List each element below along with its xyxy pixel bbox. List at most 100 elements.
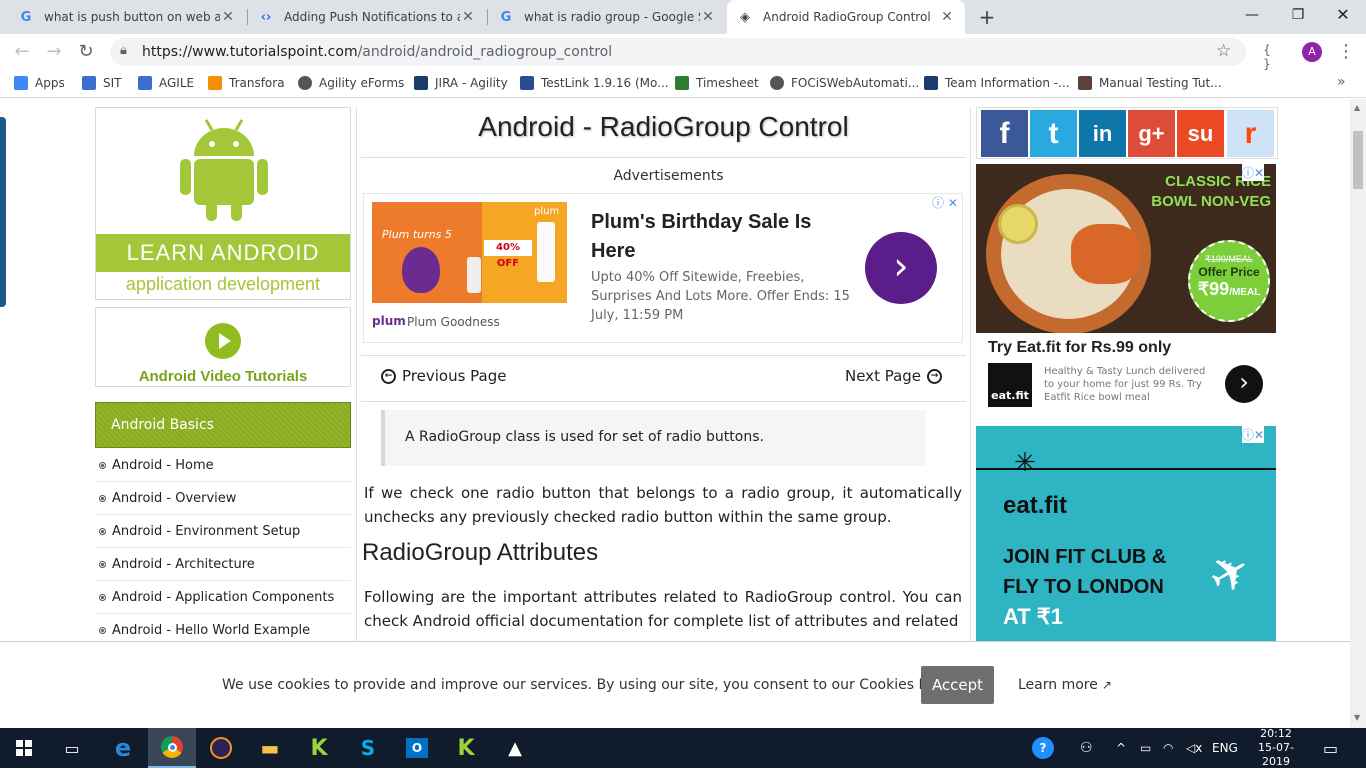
- sidebar-item-label: Android - Environment Setup: [112, 523, 301, 539]
- wifi-icon[interactable]: ◠: [1163, 728, 1173, 768]
- banner-title: LEARN ANDROID: [96, 234, 350, 272]
- language-indicator[interactable]: ENG: [1212, 728, 1238, 768]
- url-text[interactable]: https://www.tutorialspoint.com/android/a…: [142, 44, 612, 60]
- bookmark-agility-eforms[interactable]: Agility eForms: [298, 76, 404, 90]
- bookmark-timesheet[interactable]: Timesheet: [675, 76, 759, 90]
- ad1-headline[interactable]: Try Eat.fit for Rs.99 only: [988, 339, 1171, 357]
- bookmark-apps[interactable]: Apps: [14, 76, 65, 90]
- stumbleupon-share-icon[interactable]: su: [1177, 110, 1224, 157]
- back-button[interactable]: ←: [10, 40, 34, 64]
- ad-headline[interactable]: Plum's Birthday Sale Is Here: [591, 208, 851, 266]
- video-tutorials-link[interactable]: Android Video Tutorials: [95, 307, 351, 387]
- close-tab-icon[interactable]: ✕: [939, 9, 955, 25]
- bookmarks-overflow-icon[interactable]: »: [1337, 74, 1346, 90]
- app-k-icon-2[interactable]: K: [442, 728, 490, 768]
- people-icon[interactable]: ⚇: [1080, 728, 1093, 768]
- extension-icon[interactable]: { }: [1258, 43, 1276, 71]
- learn-android-banner[interactable]: LEARN ANDROID application development: [95, 107, 351, 300]
- maximize-button[interactable]: ❐: [1275, 0, 1321, 30]
- facebook-share-icon[interactable]: f: [981, 110, 1028, 157]
- browser-tab-4-active[interactable]: ◈ Android RadioGroup Control ✕: [727, 0, 965, 34]
- bookmark-star-icon[interactable]: ☆: [1216, 41, 1231, 61]
- bookmark-agile[interactable]: AGILE: [138, 76, 194, 90]
- bookmark-label: AGILE: [159, 76, 195, 90]
- learn-more-link[interactable]: Learn more ↗: [1018, 677, 1112, 693]
- ad-info-icon[interactable]: ⓘ✕: [1242, 164, 1265, 181]
- close-window-button[interactable]: ✕: [1320, 0, 1366, 30]
- bookmark-fociswebautomati[interactable]: FOCiSWebAutomati...: [770, 76, 919, 90]
- sidebar-item-android-architecture[interactable]: Android - Architecture: [95, 548, 351, 581]
- notifications-icon[interactable]: ▭: [1323, 728, 1338, 768]
- sidebar-item-android-environment-setup[interactable]: Android - Environment Setup: [95, 515, 351, 548]
- skype-icon[interactable]: S: [344, 728, 392, 768]
- globe-icon: [770, 76, 784, 90]
- file-explorer-icon[interactable]: ▬: [246, 728, 294, 768]
- linkedin-share-icon[interactable]: in: [1079, 110, 1126, 157]
- bookmark-manual-testing-tut[interactable]: Manual Testing Tut...: [1078, 76, 1222, 90]
- close-tab-icon[interactable]: ✕: [460, 9, 476, 25]
- team-icon: [924, 76, 938, 90]
- ad-info-icon[interactable]: ⓘ✕: [1242, 426, 1265, 443]
- edge-browser-icon[interactable]: e: [99, 728, 147, 768]
- menu-kebab-icon[interactable]: ⋮: [1337, 41, 1355, 62]
- clock[interactable]: 20:12 15-07-2019: [1250, 727, 1302, 768]
- google-plus-share-icon[interactable]: g+: [1128, 110, 1175, 157]
- bullet-icon: [99, 626, 106, 634]
- note-box: A RadioGroup class is used for set of ra…: [381, 410, 926, 466]
- browser-tab-2[interactable]: ‹› Adding Push Notifications to a W ✕: [248, 0, 486, 34]
- google-g-icon: G: [500, 9, 512, 25]
- previous-page-link[interactable]: ← Previous Page: [381, 367, 506, 385]
- accept-cookies-button[interactable]: Accept: [921, 666, 994, 704]
- photos-icon[interactable]: ▲: [491, 728, 539, 768]
- minimize-button[interactable]: —: [1229, 0, 1275, 30]
- task-view-icon[interactable]: ▭: [48, 728, 96, 768]
- close-tab-icon[interactable]: ✕: [700, 9, 716, 25]
- page-scrollbar[interactable]: ▲ ▼: [1350, 99, 1366, 728]
- bookmark-team-information[interactable]: Team Information -...: [924, 76, 1070, 90]
- bookmark-label: SIT: [103, 76, 122, 90]
- help-icon[interactable]: ?: [1032, 728, 1054, 768]
- eatfit-ad-1[interactable]: CLASSIC RICE BOWL NON-VEG ₹190/MEAL Offe…: [976, 164, 1276, 414]
- forward-button[interactable]: →: [42, 40, 66, 64]
- bookmark-label: Manual Testing Tut...: [1099, 76, 1222, 90]
- windows-start-icon[interactable]: [0, 728, 48, 768]
- browser-tab-3[interactable]: G what is radio group - Google Sea ✕: [488, 0, 726, 34]
- reload-button[interactable]: ↻: [74, 40, 98, 64]
- reddit-share-icon[interactable]: r: [1227, 110, 1274, 157]
- bookmark-testlink-1-9-16-mo[interactable]: TestLink 1.9.16 (Mo...: [520, 76, 669, 90]
- eatfit-ad-2[interactable]: ✳ eat.fit JOIN FIT CLUB & FLY TO LONDON …: [976, 426, 1276, 641]
- plum-ad[interactable]: Plum turns 5 40% OFF plum Plum's Birthda…: [363, 193, 963, 343]
- feedback-side-tab[interactable]: [0, 117, 6, 307]
- video-tutorials-label: Android Video Tutorials: [138, 368, 308, 385]
- ad-arrow-button[interactable]: ›: [865, 232, 937, 304]
- profile-avatar[interactable]: A: [1302, 42, 1322, 62]
- volume-muted-icon[interactable]: ◁x: [1186, 728, 1202, 768]
- sidebar-item-android-application-components[interactable]: Android - Application Components: [95, 581, 351, 614]
- bookmark-sit[interactable]: SIT: [82, 76, 122, 90]
- tray-chevron-icon[interactable]: ^: [1116, 728, 1126, 768]
- battery-icon[interactable]: ▭: [1140, 728, 1151, 768]
- ad-info-icon[interactable]: ⓘ ✕: [932, 194, 958, 211]
- browser-tab-1[interactable]: G what is push button on web appl ✕: [8, 0, 246, 34]
- close-tab-icon[interactable]: ✕: [220, 9, 236, 25]
- app-k-icon[interactable]: K: [295, 728, 343, 768]
- bookmark-label: Team Information -...: [945, 76, 1070, 90]
- scrollbar-thumb[interactable]: [1353, 131, 1363, 189]
- tab-title: Adding Push Notifications to a W: [284, 10, 460, 24]
- address-bar[interactable]: 🔒︎ https://www.tutorialspoint.com/androi…: [110, 38, 1246, 66]
- previous-page-label: Previous Page: [402, 367, 507, 385]
- ad-image-caption: Plum turns 5: [382, 228, 452, 241]
- ad1-arrow-button[interactable]: ›: [1225, 365, 1263, 403]
- new-tab-button[interactable]: +: [976, 6, 998, 28]
- sidebar-item-android-overview[interactable]: Android - Overview: [95, 482, 351, 515]
- chrome-taskbar-icon[interactable]: [148, 728, 196, 768]
- bookmark-jira-agility[interactable]: JIRA - Agility: [414, 76, 508, 90]
- bookmark-transfora[interactable]: Transfora: [208, 76, 285, 90]
- eclipse-icon[interactable]: [197, 728, 245, 768]
- bullet-icon: [99, 560, 106, 568]
- sidebar-item-android-hello-world-example[interactable]: Android - Hello World Example: [95, 614, 351, 641]
- next-page-link[interactable]: Next Page →: [845, 367, 943, 385]
- outlook-icon[interactable]: O: [393, 728, 441, 768]
- sidebar-item-android-home[interactable]: Android - Home: [95, 449, 351, 482]
- twitter-share-icon[interactable]: t: [1030, 110, 1077, 157]
